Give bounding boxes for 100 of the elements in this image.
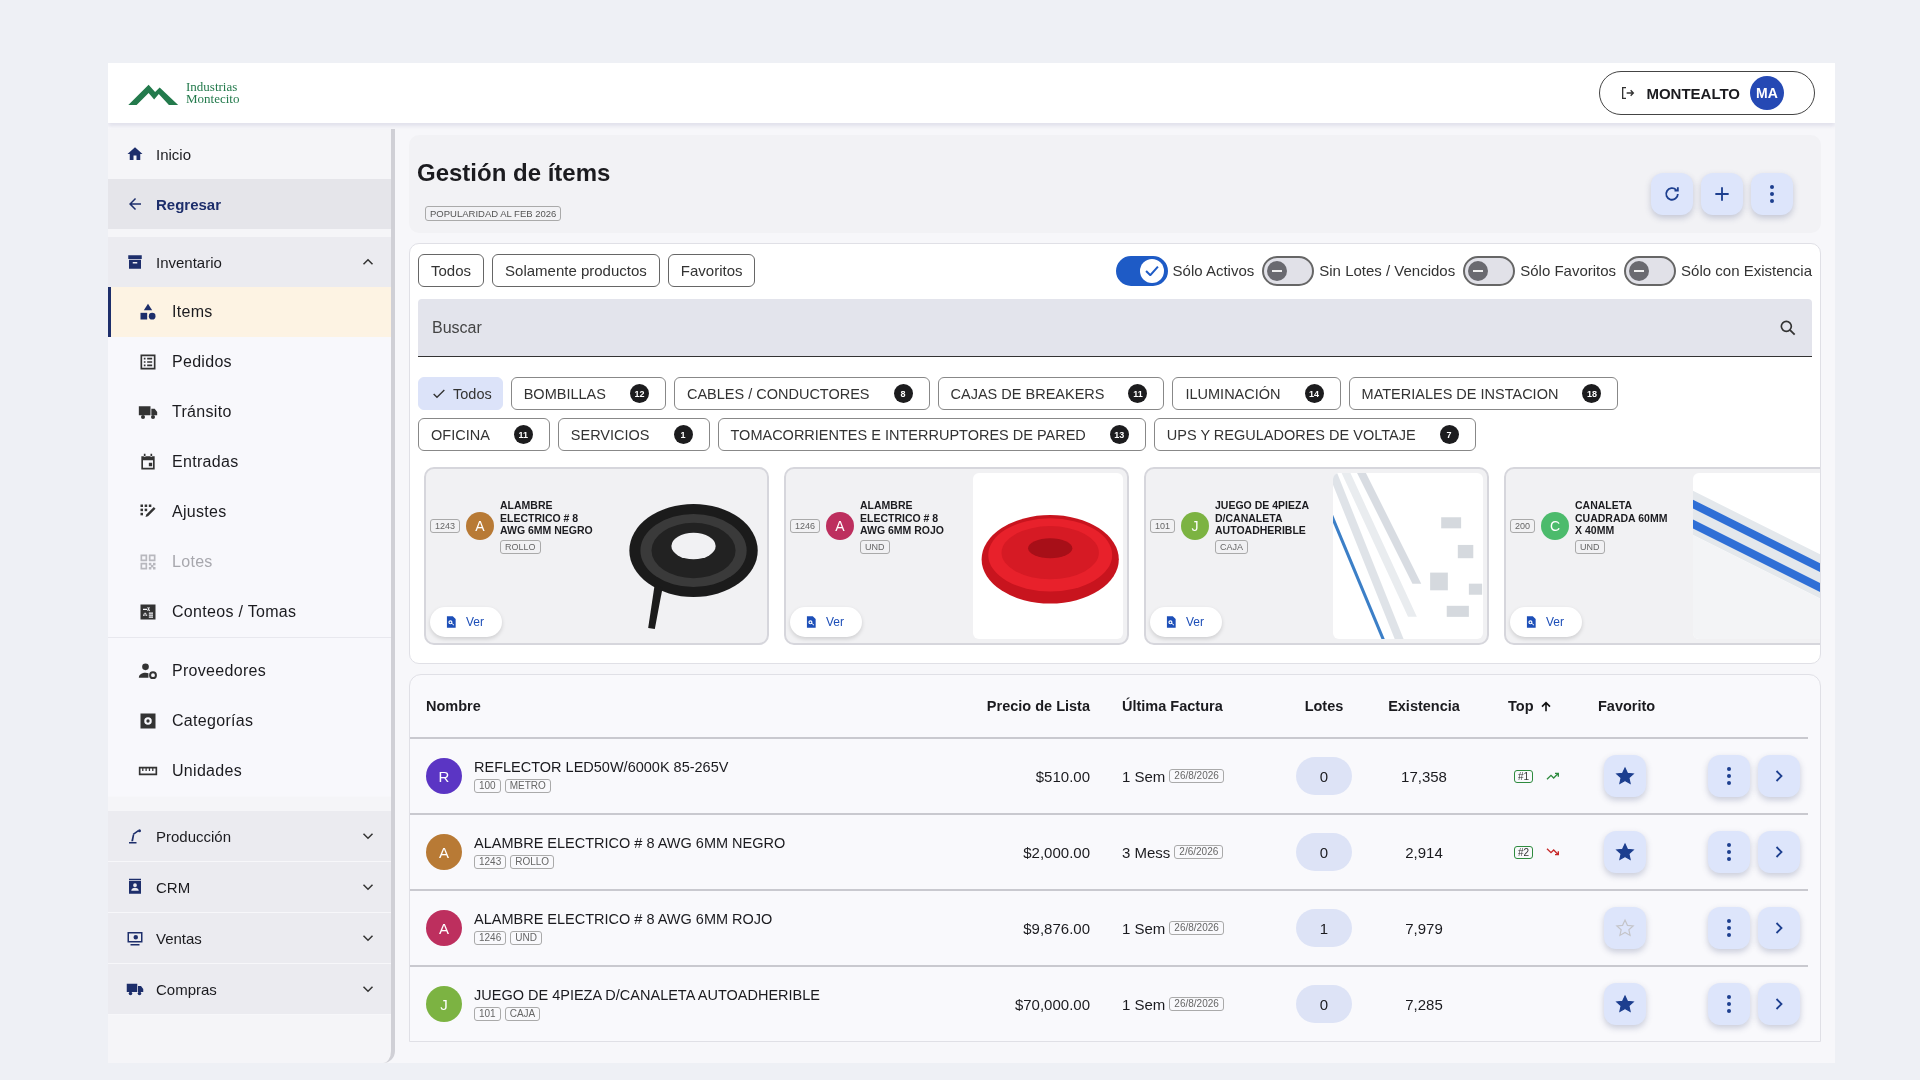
category-chip[interactable]: ILUMINACIÓN 14: [1172, 377, 1341, 410]
view-button[interactable]: Ver: [430, 607, 502, 637]
category-chip[interactable]: UPS Y REGULADORES DE VOLTAJE 7: [1153, 418, 1476, 451]
sidebar-group[interactable]: CRM: [108, 862, 391, 912]
sidebar-item[interactable]: Pedidos: [108, 337, 391, 387]
sidebar-item[interactable]: Ajustes: [108, 487, 391, 537]
category-chip[interactable]: TOMACORRIENTES E INTERRUPTORES DE PARED 13: [717, 418, 1146, 451]
more-vertical-icon: [1727, 919, 1731, 937]
filter-chip[interactable]: Todos: [418, 254, 485, 287]
sidebar-item[interactable]: Categorías: [108, 696, 391, 746]
product-name: ALAMBRE ELECTRICO # 8 AWG 6MM ROJO: [860, 499, 946, 537]
category-chip[interactable]: SERVICIOS 1: [557, 418, 710, 451]
sidebar-group[interactable]: Producción: [108, 811, 391, 861]
unit-tag: ROLLO: [510, 855, 555, 869]
refresh-icon: [1662, 184, 1682, 204]
unit-tag: METRO: [504, 779, 551, 793]
count-badge: 11: [1128, 384, 1148, 403]
item-name: ALAMBRE ELECTRICO # 8 AWG 6MM NEGRO: [474, 835, 786, 851]
document-search-icon: [804, 615, 818, 629]
table-row[interactable]: A ALAMBRE ELECTRICO # 8 AWG 6MM NEGRO 1243 ROLLO $2,000.00 3 Mess 2/6/2026 0 2,914 #2: [410, 813, 1808, 889]
toggle-label: Sólo Activos: [1172, 262, 1255, 279]
sidebar-item[interactable]: Unidades: [108, 746, 391, 796]
favorite-button[interactable]: [1604, 755, 1646, 797]
favorite-button[interactable]: [1604, 983, 1646, 1025]
row-menu-button[interactable]: [1708, 983, 1750, 1025]
sidebar-item[interactable]: Items: [108, 287, 391, 337]
list-icon: [138, 352, 158, 372]
date-tag: 2/6/2026: [1174, 845, 1224, 859]
count-badge: 7: [1439, 425, 1459, 444]
company-name: Industrias Montecito: [186, 81, 240, 105]
document-search-icon: [1164, 615, 1178, 629]
logout-icon: [1620, 85, 1637, 101]
refresh-button[interactable]: [1651, 173, 1693, 215]
item-name: REFLECTOR LED50W/6000K 85-265V: [474, 759, 729, 775]
product-card[interactable]: 1246 A ALAMBRE ELECTRICO # 8 AWG 6MM ROJO UND Ver: [784, 467, 1129, 645]
item-avatar: C: [1541, 512, 1570, 541]
product-card[interactable]: 101 J JUEGO DE 4PIEZA D/CANALETA AUTOADHERIBLE CAJA Ver: [1144, 467, 1489, 645]
favorites-toggle[interactable]: [1463, 255, 1516, 286]
sidebar-group[interactable]: Ventas: [108, 913, 391, 963]
lots-count[interactable]: 0: [1296, 757, 1352, 795]
sidebar-item[interactable]: Entradas: [108, 437, 391, 487]
item-name: JUEGO DE 4PIEZA D/CANALETA AUTOADHERIBLE: [474, 987, 820, 1003]
column-header[interactable]: Favorito: [1598, 698, 1656, 714]
column-header[interactable]: Lotes: [1304, 698, 1344, 714]
sidebar-group[interactable]: Compras: [108, 964, 391, 1014]
product-card[interactable]: 1243 A ALAMBRE ELECTRICO # 8 AWG 6MM NEGRO ROLLO Ver: [424, 467, 769, 645]
user-button[interactable]: MONTEALTO MA: [1599, 71, 1815, 115]
sidebar-item[interactable]: Conteos / Tomas: [108, 587, 391, 637]
product-card[interactable]: 200 C CANALETA CUADRADA 60MM X 40MM UND Ver: [1504, 467, 1820, 645]
sidebar-item[interactable]: Tránsito: [108, 387, 391, 437]
category-chip[interactable]: CABLES / CONDUCTORES 8: [673, 377, 930, 410]
column-header[interactable]: Top: [1508, 698, 1534, 714]
lots-count[interactable]: 1: [1296, 909, 1352, 947]
sidebar-item[interactable]: Proveedores: [108, 646, 391, 696]
category-chip[interactable]: OFICINA 11: [418, 418, 550, 451]
unit-tag: UND: [1575, 539, 1605, 554]
product-name: JUEGO DE 4PIEZA D/CANALETA AUTOADHERIBLE: [1215, 499, 1310, 537]
count-badge: 18: [1582, 384, 1602, 403]
price-text: $9,876.00: [1023, 919, 1090, 937]
add-button[interactable]: [1701, 173, 1743, 215]
stock-toggle[interactable]: [1624, 255, 1677, 286]
table-row[interactable]: R REFLECTOR LED50W/6000K 85-265V 100 METRO $510.00 1 Sem 26/8/2026 0 17,358 #1: [410, 737, 1808, 813]
row-menu-button[interactable]: [1708, 907, 1750, 949]
more-vertical-icon: [1727, 843, 1731, 861]
category-chip[interactable]: MATERIALES DE INSTACION 18: [1348, 377, 1619, 410]
row-menu-button[interactable]: [1708, 831, 1750, 873]
view-button[interactable]: Ver: [790, 607, 862, 637]
lots-count[interactable]: 0: [1296, 985, 1352, 1023]
more-button[interactable]: [1751, 173, 1793, 215]
category-chip[interactable]: BOMBILLAS 12: [510, 377, 666, 410]
view-button[interactable]: Ver: [1510, 607, 1582, 637]
lots-count[interactable]: 0: [1296, 833, 1352, 871]
item-avatar: J: [1181, 512, 1210, 541]
filter-chip[interactable]: Solamente productos: [492, 254, 660, 287]
stock-text: 7,979: [1405, 919, 1443, 937]
unit-tag: UND: [860, 539, 890, 554]
column-header[interactable]: Precio de Lista: [986, 698, 1090, 714]
lots-toggle[interactable]: [1262, 255, 1315, 286]
row-menu-button[interactable]: [1708, 755, 1750, 797]
minus-icon: [1272, 268, 1283, 273]
column-header[interactable]: Existencia: [1388, 698, 1460, 714]
minus-icon: [1634, 268, 1645, 273]
sidebar-item[interactable]: Inicio: [108, 129, 391, 179]
invoice-age: 1 Sem: [1122, 995, 1166, 1013]
unit-tag: CAJA: [504, 1007, 541, 1021]
sidebar-group[interactable]: Inventario: [108, 237, 391, 287]
sidebar-item[interactable]: Regresar: [108, 179, 391, 229]
table-row[interactable]: A ALAMBRE ELECTRICO # 8 AWG 6MM ROJO 1246 UND $9,876.00 1 Sem 26/8/2026 1 7,979: [410, 889, 1808, 965]
column-header[interactable]: Nombre: [426, 698, 481, 714]
view-button[interactable]: Ver: [1150, 607, 1222, 637]
filter-chip[interactable]: Favoritos: [667, 254, 756, 287]
active-toggle[interactable]: [1115, 255, 1168, 286]
column-header[interactable]: Última Factura: [1122, 698, 1223, 714]
table-row[interactable]: J JUEGO DE 4PIEZA D/CANALETA AUTOADHERIBLE 101 CAJA $70,000.00 1 Sem 26/8/2026 0 7,285: [410, 965, 1808, 1041]
category-chip[interactable]: CAJAS DE BREAKERS 11: [937, 377, 1165, 410]
search-field[interactable]: Buscar: [418, 299, 1812, 357]
more-vertical-icon: [1727, 767, 1731, 785]
count-badge: 14: [1304, 384, 1324, 403]
favorite-button[interactable]: [1604, 831, 1646, 873]
category-chip[interactable]: Todos: [418, 377, 503, 410]
